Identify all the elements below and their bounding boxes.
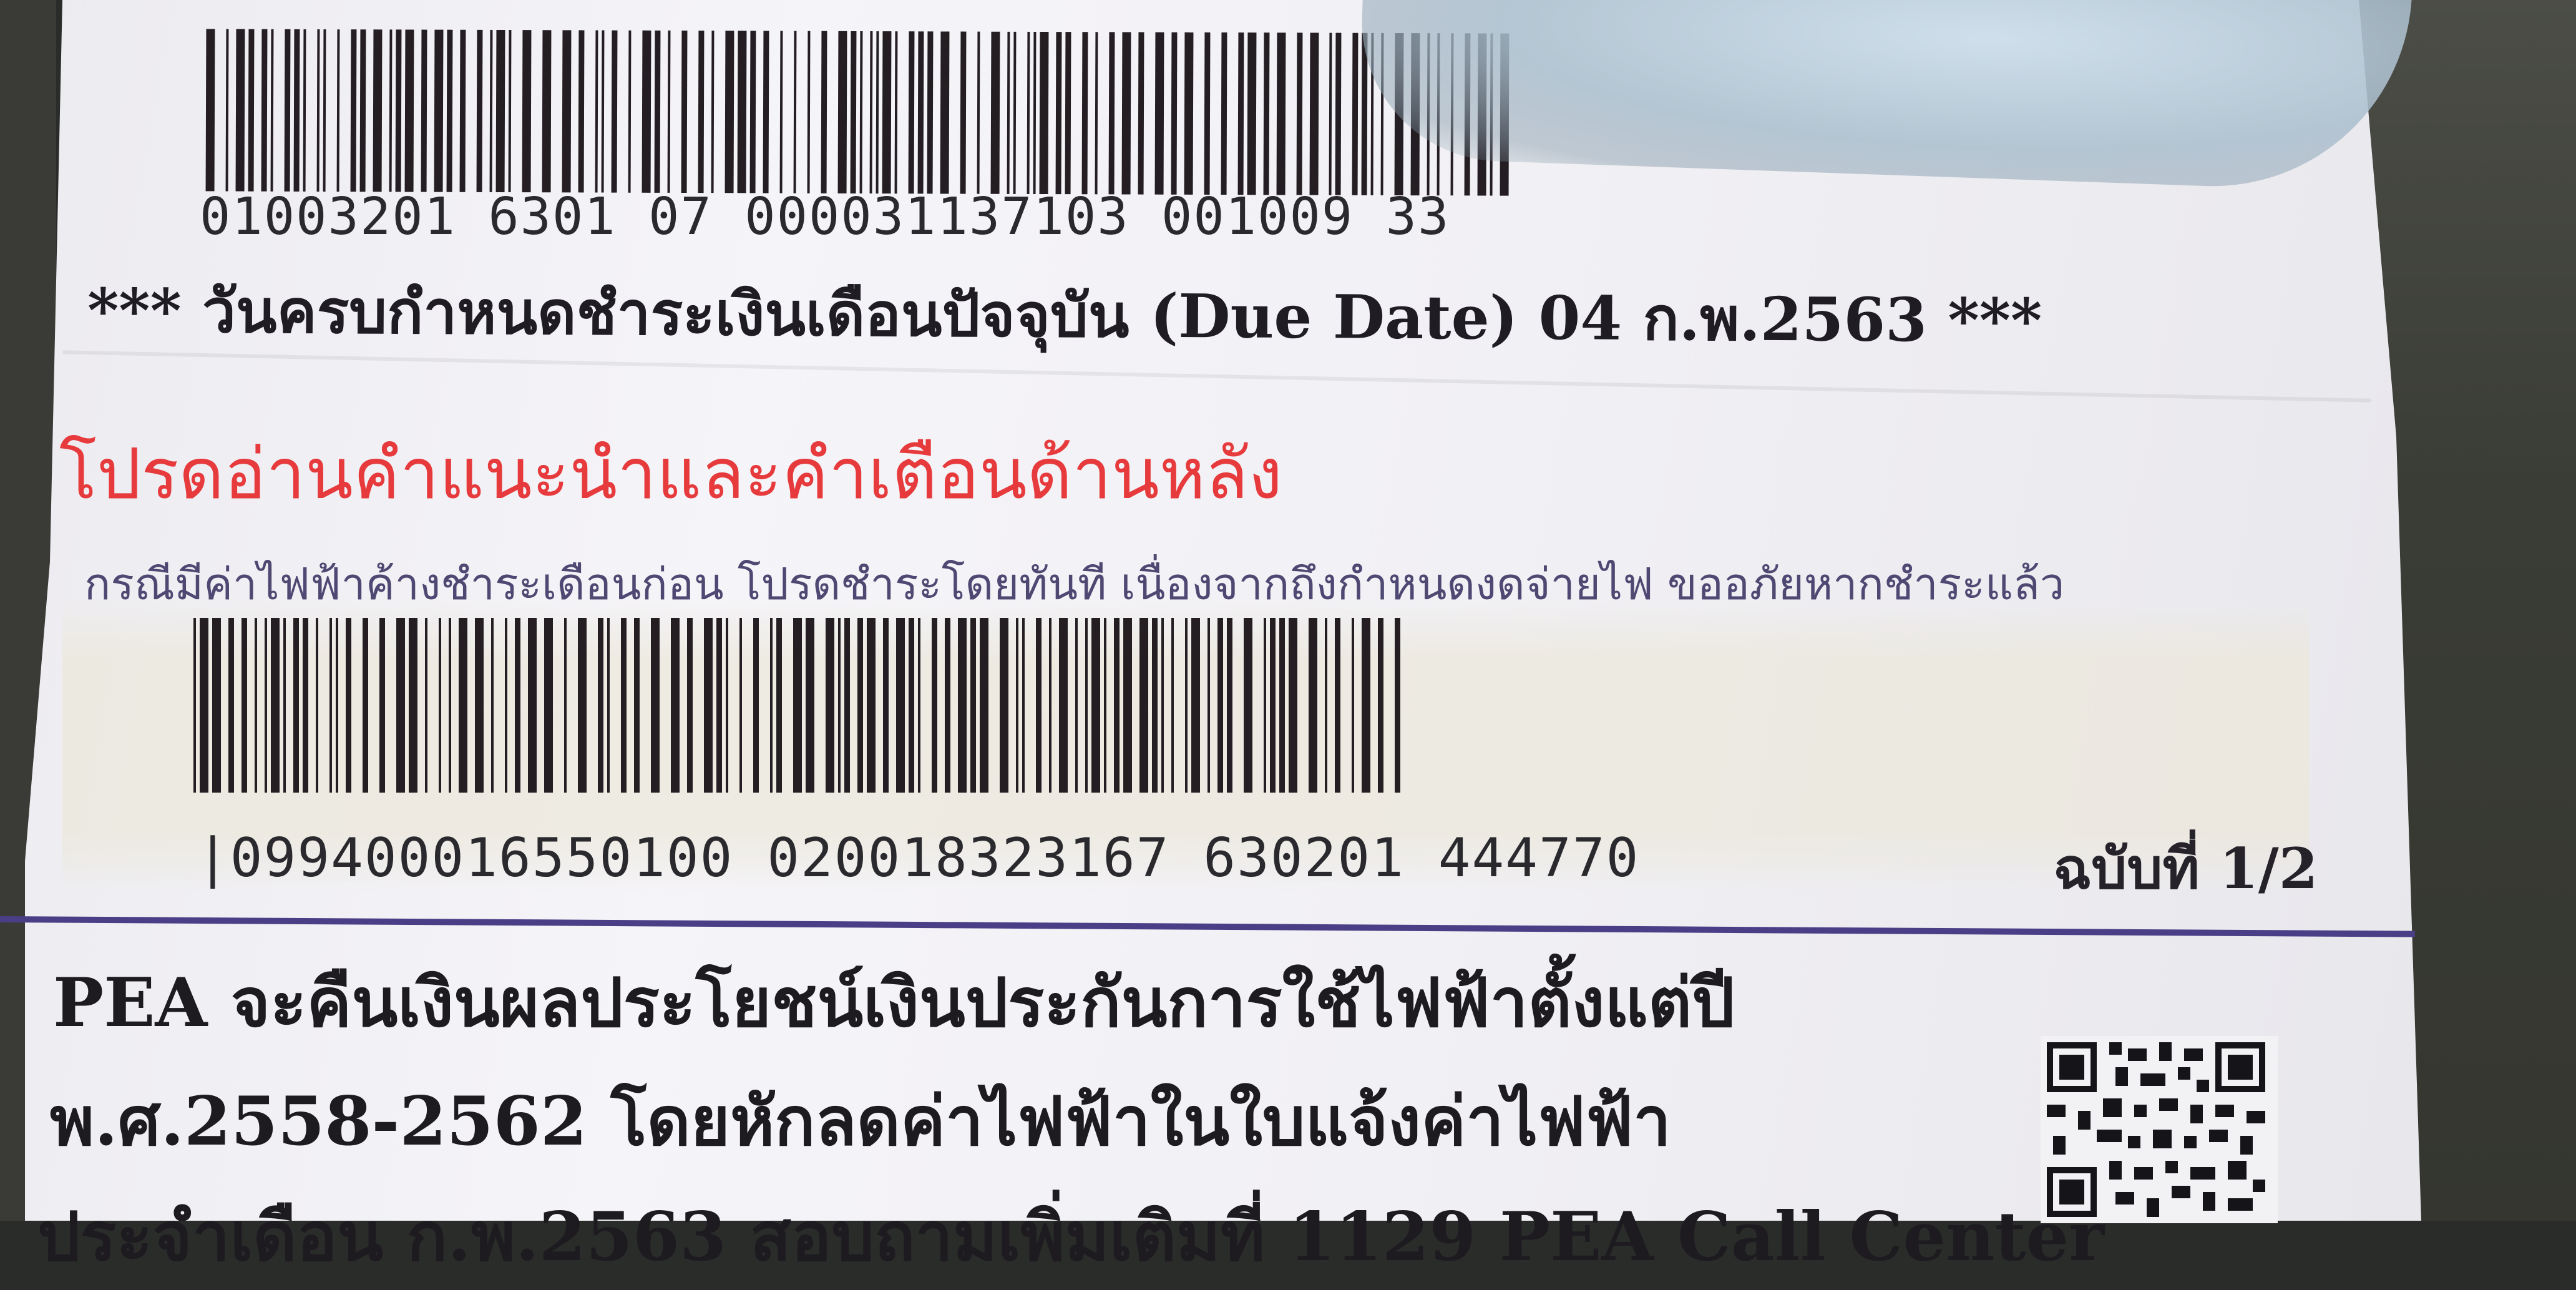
barcode-bottom: [193, 618, 1417, 793]
promo-line-2: พ.ศ.2558-2562 โดยหักลดค่าไฟฟ้าในใบแจ้งค่…: [50, 1082, 1671, 1161]
qr-code: [2041, 1036, 2278, 1223]
copy-number-label: ฉบับที่ 1/2: [2053, 836, 2318, 902]
promo-line-1: PEA จะคืนเงินผลประโยชน์เงินประกันการใช้ไ…: [53, 964, 1735, 1042]
warning-text: โปรดอ่านคำแนะนำและคำเตือนด้านหลัง: [59, 434, 1282, 515]
promo-line-3: ประจำเดือน ก.พ.2563 สอบถามเพิ่มเติมที่ 1…: [37, 1198, 2105, 1276]
barcode-top-number: 01003201 6301 07 000031137103 001009 33: [200, 187, 1450, 247]
overdue-notice-text: กรณีมีค่าไฟฟ้าค้างชำระเดือนก่อน โปรดชำระ…: [84, 559, 2065, 610]
barcode-top: [205, 29, 1517, 196]
barcode-bottom-number: |099400016550100 020018323167 630201 444…: [197, 827, 1640, 889]
due-date-line: *** วันครบกำหนดชำระเงินเดือนปัจจุบัน (Du…: [87, 275, 2042, 356]
